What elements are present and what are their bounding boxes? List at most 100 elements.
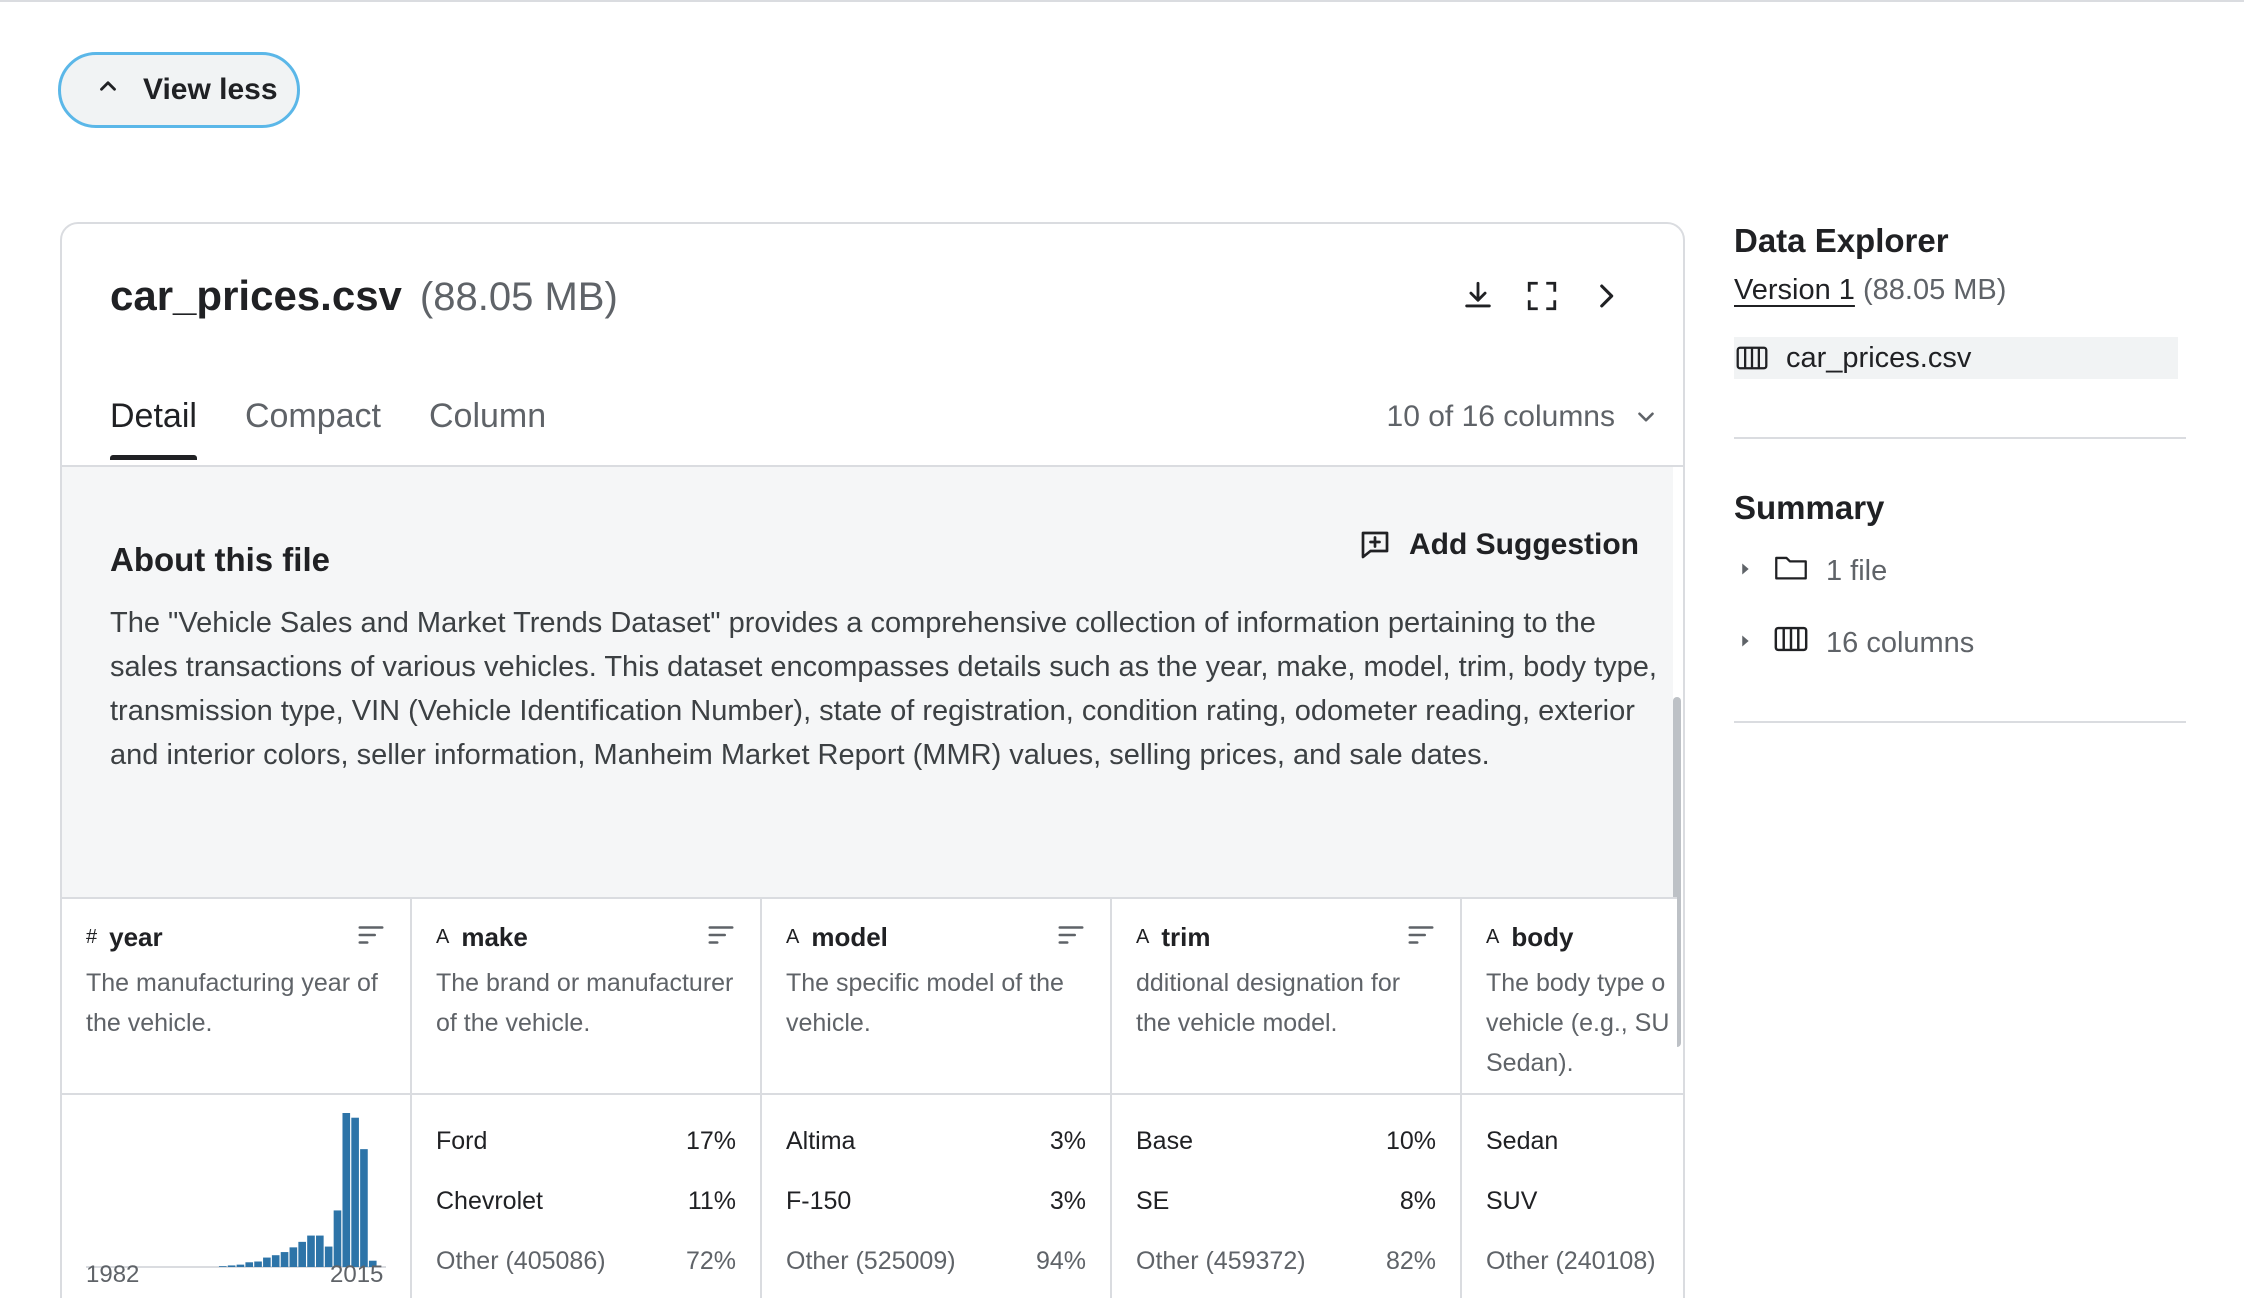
tab-compact[interactable]: Compact xyxy=(245,394,381,460)
column-header: # year The manufacturing year of the veh… xyxy=(62,899,410,1095)
stat-row: Ford 17% xyxy=(436,1123,736,1183)
version-info: Version 1 (88.05 MB) xyxy=(1734,274,2186,307)
stat-label: Other (405086) xyxy=(436,1247,606,1275)
column-stats: Ford 17% Chevrolet 11% Other (405086) 72% xyxy=(412,1095,760,1298)
column-header: A make The brand or manufacturer of the … xyxy=(412,899,760,1095)
sidebar-file-name: car_prices.csv xyxy=(1786,341,1972,374)
columns-grid: # year The manufacturing year of the veh… xyxy=(62,897,1683,1298)
numeric-type-icon: # xyxy=(86,925,98,948)
stat-percent: 10% xyxy=(1385,1127,1436,1155)
stat-label: SUV xyxy=(1486,1187,1538,1215)
sort-icon[interactable] xyxy=(1406,920,1436,955)
string-type-icon: A xyxy=(786,925,800,948)
stat-label: Chevrolet xyxy=(436,1187,543,1215)
column-stats: Altima 3% F-150 3% Other (525009) 94% xyxy=(762,1095,1110,1298)
histogram-max-label: 2015 xyxy=(330,1261,384,1288)
column-name: make xyxy=(461,921,528,952)
stat-label: F-150 xyxy=(786,1187,852,1215)
version-link[interactable]: Version 1 xyxy=(1734,274,1855,306)
column-description: The brand or manufacturer of the vehicle… xyxy=(436,969,734,1037)
columns-selector-label: 10 of 16 columns xyxy=(1386,400,1615,433)
histogram-bar[interactable] xyxy=(333,1210,342,1267)
summary-title: Summary xyxy=(1734,489,1885,526)
version-size: (88.05 MB) xyxy=(1862,274,2007,306)
stat-label: Base xyxy=(1136,1127,1193,1155)
stat-row-other: Other (405086) 72% xyxy=(436,1243,736,1298)
summary-item-columns[interactable]: 16 columns xyxy=(1734,613,2186,673)
download-button[interactable] xyxy=(1461,276,1495,316)
histogram-bar[interactable] xyxy=(236,1264,245,1267)
histogram-bar[interactable] xyxy=(351,1117,359,1267)
stat-label: Ford xyxy=(436,1127,488,1155)
summary-item-files[interactable]: 1 file xyxy=(1734,541,2186,601)
file-size: (88.05 MB) xyxy=(419,275,618,319)
columns-icon xyxy=(1774,624,1808,662)
histogram-bar[interactable] xyxy=(263,1257,271,1267)
column-title: # year xyxy=(86,922,163,953)
histogram-bar[interactable] xyxy=(280,1252,289,1267)
column-stats: Base 10% SE 8% Other (459372) 82% xyxy=(1112,1095,1460,1298)
stat-label: Other (459372) xyxy=(1136,1247,1306,1275)
folder-icon xyxy=(1774,552,1808,590)
column-description: The manufacturing year of the vehicle. xyxy=(86,969,378,1037)
stat-row: F-150 3% xyxy=(786,1183,1086,1243)
stat-label: Other (525009) xyxy=(786,1247,956,1275)
about-heading: About this file xyxy=(110,541,330,578)
year-histogram-area: 1982 2015 xyxy=(62,1095,410,1298)
add-suggestion-button[interactable]: Add Suggestion xyxy=(1357,527,1639,563)
sidebar-file-item[interactable]: car_prices.csv xyxy=(1734,337,2178,379)
histogram-bar[interactable] xyxy=(245,1262,254,1267)
histogram-bar[interactable] xyxy=(307,1235,315,1267)
column-name: body xyxy=(1511,921,1574,952)
column-card-year: # year The manufacturing year of the veh… xyxy=(62,899,412,1298)
histogram-bar[interactable] xyxy=(218,1266,227,1267)
column-description: The specific model of the vehicle. xyxy=(786,969,1064,1037)
stat-row: Chevrolet 11% xyxy=(436,1183,736,1243)
histogram-bar[interactable] xyxy=(298,1241,306,1267)
column-title: A model xyxy=(786,922,888,953)
stat-percent: 82% xyxy=(1385,1247,1436,1275)
sort-icon[interactable] xyxy=(356,920,386,955)
sort-icon[interactable] xyxy=(1056,920,1086,955)
data-explorer-sidebar: Data Explorer Version 1 (88.05 MB) car_p… xyxy=(1734,222,2186,723)
column-card-model: A model The specific model of the vehicl… xyxy=(762,899,1112,1298)
histogram-bar[interactable] xyxy=(271,1255,280,1267)
add-suggestion-label: Add Suggestion xyxy=(1409,528,1639,561)
string-type-icon: A xyxy=(436,925,450,948)
view-less-button[interactable]: View less xyxy=(58,52,300,128)
fullscreen-button[interactable] xyxy=(1525,276,1559,316)
view-tabs: Detail Compact Column xyxy=(110,394,546,460)
stat-percent: 17% xyxy=(685,1127,736,1155)
histogram-bar[interactable] xyxy=(289,1247,298,1267)
tab-detail[interactable]: Detail xyxy=(110,394,197,460)
column-title: A make xyxy=(436,922,528,953)
stat-row: SE 8% xyxy=(1136,1183,1436,1243)
columns-selector[interactable]: 10 of 16 columns xyxy=(1387,400,1659,434)
year-histogram xyxy=(86,1113,386,1268)
column-header: A model The specific model of the vehicl… xyxy=(762,899,1110,1095)
histogram-bar[interactable] xyxy=(254,1261,262,1268)
histogram-bar[interactable] xyxy=(316,1235,324,1267)
top-divider xyxy=(0,0,2244,2)
histogram-bar[interactable] xyxy=(342,1113,351,1267)
tab-column[interactable]: Column xyxy=(429,394,546,460)
stat-label: Altima xyxy=(786,1127,856,1155)
sort-icon[interactable] xyxy=(706,920,736,955)
column-header: A body The body type o vehicle (e.g., SU… xyxy=(1462,899,1683,1095)
column-description: The body type o vehicle (e.g., SU Sedan)… xyxy=(1486,969,1670,1077)
expand-panel-button[interactable] xyxy=(1589,276,1623,316)
file-name: car_prices.csv xyxy=(110,272,402,319)
sidebar-divider xyxy=(1734,721,2186,723)
stat-row: Altima 3% xyxy=(786,1123,1086,1183)
histogram-bar[interactable] xyxy=(360,1149,368,1267)
column-card-body: A body The body type o vehicle (e.g., SU… xyxy=(1462,899,1683,1298)
column-card-make: A make The brand or manufacturer of the … xyxy=(412,899,762,1298)
chevron-up-icon xyxy=(95,73,121,107)
histogram-bar[interactable] xyxy=(227,1265,236,1267)
stat-row: Base 10% xyxy=(1136,1123,1436,1183)
add-comment-icon xyxy=(1361,531,1389,559)
stat-row-other: Other (525009) 94% xyxy=(786,1243,1086,1298)
file-preview-card: car_prices.csv (88.05 MB) Detail Compact… xyxy=(60,222,1685,1298)
stat-percent: 94% xyxy=(1035,1247,1086,1275)
caret-right-icon xyxy=(1734,555,1756,588)
